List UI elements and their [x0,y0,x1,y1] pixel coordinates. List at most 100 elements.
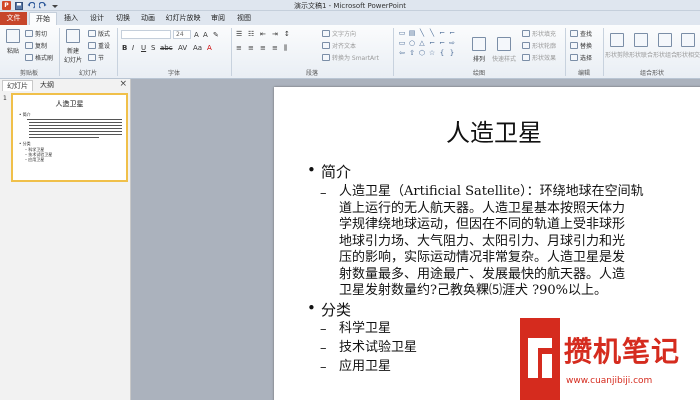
thumbnail-text-line [27,119,122,120]
smartart-icon [322,54,330,61]
grow-font-icon[interactable]: A [194,31,199,39]
arrow-shape-icon[interactable]: ⇦ [398,49,406,57]
tab-slideshow[interactable]: 幻灯片放映 [163,12,203,25]
shape-combine-button[interactable]: 形状组合 [653,33,677,59]
tab-home[interactable]: 开始 [29,12,57,25]
tab-file[interactable]: 文件 [0,12,27,25]
convert-smartart-button[interactable]: 转换为 SmartArt [322,53,379,62]
format-painter-button[interactable]: 格式刷 [25,53,53,62]
tab-view[interactable]: 视图 [233,12,255,25]
section-button[interactable]: 节 [88,53,104,62]
paragraph-line: 学规律绕地球运动，但因在不同的轨道上受非球形 [339,217,626,232]
rectangle-shape-icon[interactable]: ▭ [398,29,406,37]
shape-icon[interactable]: { [438,49,446,57]
line-shape-icon[interactable]: ⌐ [428,39,436,47]
select-button[interactable]: 选择 [570,53,592,62]
tab-transitions[interactable]: 切换 [112,12,134,25]
line-spacing-icon[interactable]: ↕ [284,30,290,38]
replace-icon [570,42,578,49]
numbering-icon[interactable]: ☷ [248,30,254,38]
change-case-icon[interactable]: Aa [193,44,202,52]
oval-shape-icon[interactable]: ○ [408,39,416,47]
shape-icon[interactable]: ☆ [428,49,436,57]
shape-effects-button[interactable]: 形状效果 [522,53,556,62]
cut-button[interactable]: 剪切 [25,29,47,38]
shape-outline-button[interactable]: 形状轮廓 [522,41,556,50]
decrease-indent-icon[interactable]: ⇤ [260,30,266,38]
tab-slides[interactable]: 幻灯片 [2,80,33,91]
arrow-shape-icon[interactable]: ⇨ [448,39,456,47]
dash-marker: – [320,186,327,201]
shape-fill-button[interactable]: 形状填充 [522,29,556,38]
scissors-icon [25,30,33,37]
shape-subtract-button[interactable]: 形状剪除 [605,33,629,59]
new-slide-button[interactable]: 新建 幻灯片 [62,29,84,64]
line-shape-icon[interactable]: ⌐ [438,39,446,47]
italic-icon[interactable]: I [132,44,134,52]
slide-title[interactable]: 人造卫星 [274,113,700,148]
tab-design[interactable]: 设计 [86,12,108,25]
justify-icon[interactable]: ≡ [272,44,278,52]
arrange-icon [472,37,486,51]
thumbnail-text-line [29,137,99,138]
shape-intersect-button[interactable]: 形状相交 [676,33,700,59]
shape-union-button[interactable]: 形状联合 [629,33,653,59]
shrink-font-icon[interactable]: A [203,31,208,39]
tab-review[interactable]: 审阅 [207,12,229,25]
intro-paragraph[interactable]: 人造卫星（Artificial Satellite）：环绕地球在空间轨 道上运行的… [339,184,700,300]
align-right-icon[interactable]: ≡ [260,44,266,52]
triangle-shape-icon[interactable]: △ [418,39,426,47]
underline-icon[interactable]: U [141,44,146,52]
line-shape-icon[interactable]: ╲ [418,29,426,37]
brush-icon [25,54,33,61]
bullet-section-intro[interactable]: 简介 [307,161,351,182]
shape-icon[interactable]: } [448,49,456,57]
copy-button[interactable]: 复制 [25,41,47,50]
layout-button[interactable]: 版式 [88,29,110,38]
bullets-icon[interactable]: ☰ [236,30,242,38]
text-direction-button[interactable]: 文字方向 [322,29,356,38]
font-color-icon[interactable]: A [207,44,212,52]
tab-animations[interactable]: 动画 [137,12,159,25]
list-item[interactable]: 技术试验卫星 [339,340,417,357]
shape-icon[interactable]: ⬡ [418,49,426,57]
reset-button[interactable]: 重设 [88,41,110,50]
char-spacing-icon[interactable]: AV [178,44,187,52]
paragraph-line: 道上运行的无人航天器。人造卫星基本按照天体力 [339,200,626,216]
subtract-icon [610,33,624,47]
clear-format-icon[interactable]: ✎ [213,31,219,39]
align-left-icon[interactable]: ≡ [236,44,242,52]
line-shape-icon[interactable]: ╲ [428,29,436,37]
font-size-field[interactable]: 24 [173,30,191,39]
arrow-shape-icon[interactable]: ⇧ [408,49,416,57]
close-icon[interactable]: × [119,79,127,89]
line-shape-icon[interactable]: ⌐ [448,29,456,37]
align-text-button[interactable]: 对齐文本 [322,41,356,50]
tab-insert[interactable]: 插入 [60,12,82,25]
paste-button[interactable]: 粘贴 [3,29,23,55]
line-shape-icon[interactable]: ⌐ [438,29,446,37]
quick-styles-button[interactable]: 快速样式 [490,37,518,63]
find-button[interactable]: 查找 [570,29,592,38]
slide-thumbnail[interactable]: 人造卫星 • 简介 • 分类 – 科学卫星 – 技术试验卫星 – 应用卫星 [11,93,128,182]
paste-icon [6,29,20,43]
list-item[interactable]: 科学卫星 [339,321,391,338]
slide-number: 1 [3,95,7,102]
increase-indent-icon[interactable]: ⇥ [272,30,278,38]
bullet-section-categories[interactable]: 分类 [307,299,351,320]
align-center-icon[interactable]: ≡ [248,44,254,52]
font-name-field[interactable] [121,30,171,39]
tab-outline[interactable]: 大纲 [36,80,58,91]
shadow-icon[interactable]: S [151,44,155,52]
combine-shapes-group-label: 组合形状 [639,70,664,77]
fill-icon [522,30,530,37]
textbox-shape-icon[interactable]: ▤ [408,29,416,37]
arrange-button[interactable]: 排列 [470,37,488,63]
columns-icon[interactable]: ⫼ [284,44,287,53]
copy-icon [25,42,33,49]
strikethrough-icon[interactable]: abc [160,44,173,52]
list-item[interactable]: 应用卫星 [339,359,391,376]
rectangle-shape-icon[interactable]: ▭ [398,39,406,47]
replace-button[interactable]: 替换 [570,41,592,50]
bold-icon[interactable]: B [122,44,127,52]
